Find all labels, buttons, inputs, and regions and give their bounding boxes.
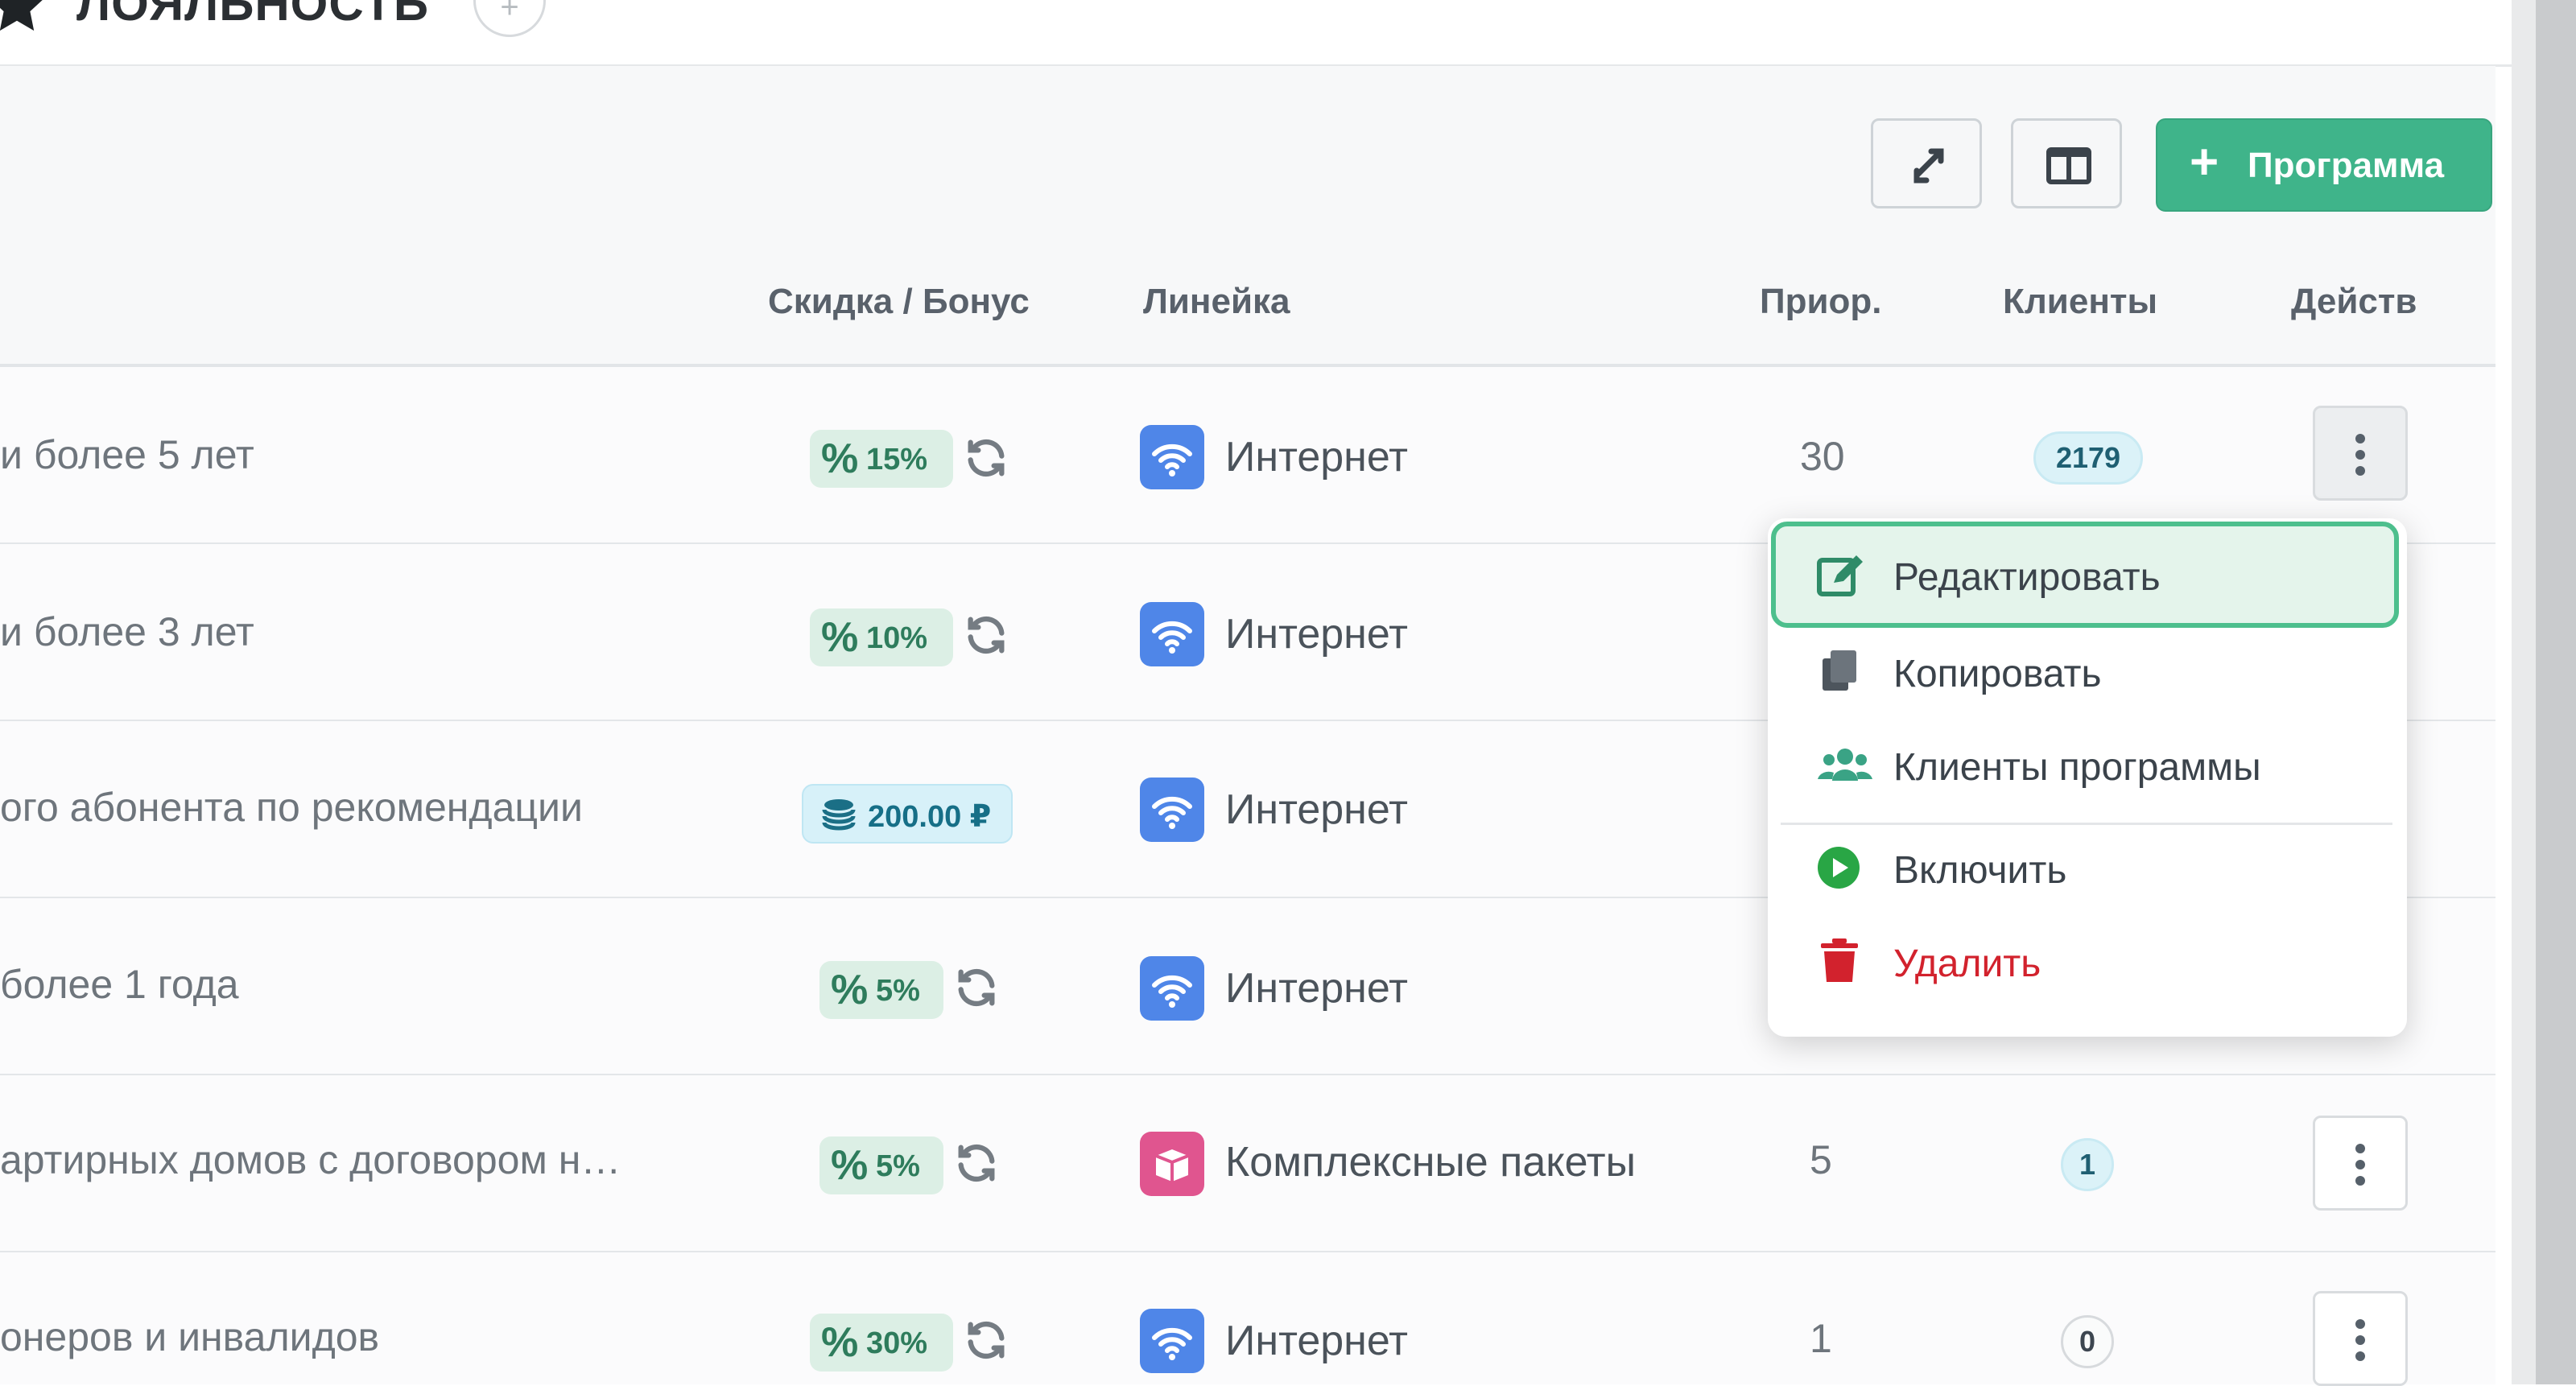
discount-badge: % 10% <box>810 608 953 666</box>
percent-icon: % <box>831 1142 869 1189</box>
discount-badge: % 30% <box>810 1314 953 1372</box>
users-icon <box>1818 749 1872 781</box>
menu-item-copy[interactable]: Копировать <box>1771 625 2402 720</box>
recurring-icon <box>958 968 995 1007</box>
discount-badge: % 15% <box>810 430 953 488</box>
columns-button[interactable] <box>2011 118 2122 208</box>
bonus-badge: 200.00 ₽ <box>802 784 1013 844</box>
priority-value: 1 <box>1810 1316 1832 1361</box>
coins-icon <box>822 799 856 831</box>
percent-icon: % <box>821 1319 859 1366</box>
program-name: более 1 года <box>0 962 239 1007</box>
menu-item-enable[interactable]: Включить <box>1771 821 2402 916</box>
edit-icon <box>1817 555 1863 596</box>
column-line[interactable]: Линейка <box>1143 282 1290 322</box>
priority-value: 30 <box>1800 434 1845 479</box>
wifi-icon <box>1140 956 1204 1021</box>
wifi-icon <box>1140 1309 1204 1373</box>
scrollbar[interactable] <box>2536 0 2576 1384</box>
play-icon <box>1818 847 1860 889</box>
menu-item-edit[interactable]: Редактировать <box>1771 522 2399 628</box>
wifi-icon <box>1140 425 1204 489</box>
column-priority[interactable]: Приор. <box>1760 282 1882 322</box>
clients-count-badge[interactable]: 2179 <box>2033 431 2143 485</box>
row-actions-button[interactable] <box>2313 406 2408 501</box>
menu-item-delete[interactable]: Удалить <box>1771 914 2402 1009</box>
line-name: Интернет <box>1225 1318 1408 1364</box>
recurring-icon <box>968 616 1005 654</box>
line-name: Интернет <box>1225 434 1408 481</box>
priority-value: 5 <box>1810 1137 1832 1182</box>
kebab-icon <box>2355 1144 2365 1192</box>
program-name: и более 5 лет <box>0 432 254 477</box>
program-name: онеров и инвалидов <box>0 1314 380 1359</box>
program-name: и более 3 лет <box>0 609 254 654</box>
row-actions-button[interactable] <box>2313 1116 2408 1211</box>
percent-icon: % <box>821 435 859 482</box>
column-actions: Действ <box>2291 282 2417 321</box>
percent-icon: % <box>831 967 869 1013</box>
expand-button[interactable] <box>1871 118 1982 208</box>
column-discount[interactable]: Скидка / Бонус <box>768 282 1030 322</box>
copy-icon <box>1823 650 1856 691</box>
add-program-label: Программа <box>2248 146 2445 185</box>
clients-count-badge[interactable]: 1 <box>2061 1138 2114 1191</box>
package-icon <box>1140 1132 1204 1196</box>
line-name: Интернет <box>1225 786 1408 833</box>
star-icon <box>0 0 43 31</box>
expand-icon <box>1913 148 1944 184</box>
clients-count-badge[interactable]: 0 <box>2061 1315 2114 1368</box>
plus-icon: + <box>2190 134 2219 190</box>
columns-icon <box>2046 147 2091 184</box>
page-edge <box>2512 0 2536 1384</box>
page-title: ЛОЯЛЬНОСТЬ <box>76 0 429 31</box>
line-name: Комплексные пакеты <box>1225 1139 1636 1186</box>
wifi-icon <box>1140 778 1204 842</box>
recurring-icon <box>958 1144 995 1182</box>
recurring-icon <box>968 439 1005 477</box>
line-name: Интернет <box>1225 611 1408 658</box>
percent-icon: % <box>821 614 859 661</box>
program-name: ого абонента по рекомендации <box>0 785 583 830</box>
column-clients[interactable]: Клиенты <box>2003 282 2157 322</box>
program-name: артирных домов с договором н… <box>0 1137 621 1182</box>
kebab-icon <box>2355 434 2365 482</box>
recurring-icon <box>968 1321 1005 1359</box>
row-actions-button[interactable] <box>2313 1291 2408 1386</box>
menu-item-clients[interactable]: Клиенты программы <box>1771 718 2402 813</box>
trash-icon <box>1821 938 1858 982</box>
line-name: Интернет <box>1225 965 1408 1012</box>
kebab-icon <box>2355 1319 2365 1367</box>
add-program-button[interactable]: + Программа <box>2156 118 2492 212</box>
wifi-icon <box>1140 602 1204 666</box>
discount-badge: % 5% <box>819 961 943 1019</box>
discount-badge: % 5% <box>819 1136 943 1194</box>
